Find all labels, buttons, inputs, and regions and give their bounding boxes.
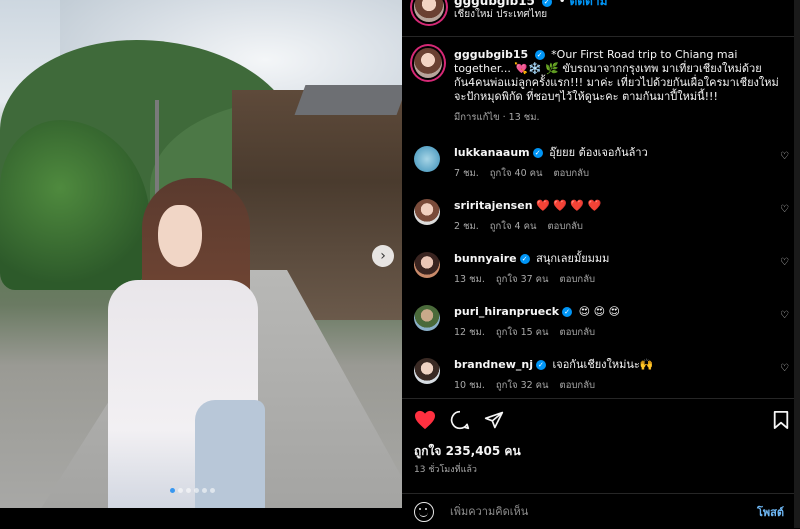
like-count[interactable]: ถูกใจ 235,405 คน (414, 442, 521, 461)
verified-badge-icon: ✓ (532, 148, 543, 158)
photo-person-face (158, 205, 202, 267)
photo-roof (294, 85, 402, 115)
post-actions (414, 408, 790, 432)
carousel-dot (210, 488, 215, 493)
comment-username[interactable]: brandnew_nj (454, 358, 533, 371)
reply-button[interactable]: ตอบกลับ (560, 326, 596, 340)
comment-input[interactable] (448, 504, 757, 519)
avatar[interactable] (414, 358, 440, 384)
reply-button[interactable]: ตอบกลับ (560, 273, 596, 287)
caption-meta: มีการแก้ไข · 13 ชม. (454, 112, 540, 123)
comment-list: lukkanaaum ✓ อุ๊ยยย ต้องเจอกันล้าว 7 ชม. … (414, 146, 790, 396)
comment-likes[interactable]: ถูกใจ 32 คน (496, 379, 549, 393)
verified-badge-icon: ✓ (534, 50, 545, 60)
paper-plane-icon[interactable] (484, 410, 504, 430)
post-detail-panel: gggubgib15 ✓ • ติดตาม เชียงใหม่ ประเทศไท… (402, 0, 800, 528)
verified-badge-icon: ✓ (519, 254, 530, 264)
caption-text: gggubgib15 ✓ *Our First Road trip to Chi… (454, 48, 784, 104)
post-caption: gggubgib15 ✓ *Our First Road trip to Chi… (414, 48, 784, 125)
post-location[interactable]: เชียงใหม่ ประเทศไทย (454, 8, 608, 22)
post-photo[interactable]: › (0, 0, 402, 508)
verified-badge-icon: ✓ (535, 360, 546, 370)
comment-time: 2 ชม. (454, 221, 479, 232)
comment-time: 10 ชม. (454, 380, 485, 391)
carousel-dot (202, 488, 207, 493)
post-header: gggubgib15 ✓ • ติดตาม เชียงใหม่ ประเทศไท… (414, 0, 608, 36)
caption-username[interactable]: gggubgib15 (454, 48, 528, 61)
avatar[interactable] (414, 305, 440, 331)
header-separator: • (558, 0, 566, 8)
comment-username[interactable]: puri_hiranprueck (454, 305, 559, 318)
heart-outline-icon[interactable]: ♡ (780, 257, 790, 268)
header-divider (402, 36, 800, 37)
avatar[interactable] (414, 146, 440, 172)
comment-likes[interactable]: ถูกใจ 37 คน (496, 273, 549, 287)
heart-outline-icon[interactable]: ♡ (780, 310, 790, 321)
comment-item: brandnew_nj ✓ เจอกันเชียงใหม่นะ🙌 10 ชม. ถ… (414, 358, 790, 396)
follow-button[interactable]: ติดตาม (569, 0, 607, 8)
comment-text: เจอกันเชียงใหม่นะ🙌 (552, 358, 654, 371)
comment-item: sriritajensen ❤️ ❤️ ❤️ ❤️ 2 ชม. ถูกใจ 4 … (414, 199, 790, 252)
reply-button[interactable]: ตอบกลับ (560, 379, 596, 393)
comment-username[interactable]: lukkanaaum (454, 146, 530, 159)
bookmark-icon[interactable] (772, 410, 790, 430)
comment-likes[interactable]: ถูกใจ 15 คน (496, 326, 549, 340)
comment-username[interactable]: sriritajensen (454, 199, 533, 212)
avatar[interactable] (414, 199, 440, 225)
heart-filled-icon[interactable] (414, 410, 436, 430)
comment-text: 😍 😍 😍 (578, 305, 621, 318)
add-comment-bar: โพสต์ (402, 493, 800, 529)
carousel-dot (178, 488, 183, 493)
smiley-icon[interactable] (414, 501, 434, 522)
comment-username[interactable]: bunnyaire (454, 252, 517, 265)
comment-item: lukkanaaum ✓ อุ๊ยยย ต้องเจอกันล้าว 7 ชม. … (414, 146, 790, 199)
comment-item: bunnyaire ✓ สนุกเลยมั้ยมมม 13 ชม. ถูกใจ 3… (414, 252, 790, 305)
comment-text: สนุกเลยมั้ยมมม (536, 252, 610, 265)
chevron-right-icon[interactable]: › (372, 245, 394, 267)
post-timestamp: 13 ชั่วโมงที่แล้ว (414, 465, 477, 475)
verified-badge-icon: ✓ (541, 0, 552, 7)
comment-text: ❤️ ❤️ ❤️ ❤️ (536, 199, 602, 212)
photo-bottom-strip (0, 508, 402, 528)
avatar[interactable] (414, 0, 444, 22)
reply-button[interactable]: ตอบกลับ (547, 220, 583, 234)
post-header-text: gggubgib15 ✓ • ติดตาม เชียงใหม่ ประเทศไท… (454, 0, 608, 22)
carousel-dot (194, 488, 199, 493)
verified-badge-icon: ✓ (562, 307, 573, 317)
comment-time: 12 ชม. (454, 327, 485, 338)
reply-button[interactable]: ตอบกลับ (553, 167, 589, 181)
post-author-username[interactable]: gggubgib15 (454, 0, 535, 8)
comment-text: อุ๊ยยย ต้องเจอกันล้าว (549, 146, 648, 159)
heart-outline-icon[interactable]: ♡ (780, 363, 790, 374)
carousel-dot (186, 488, 191, 493)
carousel-dot (170, 488, 175, 493)
carousel-indicator (170, 488, 215, 493)
comment-bubble-icon[interactable] (450, 410, 470, 430)
comment-item: puri_hiranprueck ✓ 😍 😍 😍 12 ชม. ถูกใจ 15 … (414, 305, 790, 358)
heart-outline-icon[interactable]: ♡ (780, 151, 790, 162)
avatar[interactable] (414, 48, 442, 78)
heart-outline-icon[interactable]: ♡ (780, 204, 790, 215)
avatar[interactable] (414, 252, 440, 278)
comment-likes[interactable]: ถูกใจ 40 คน (490, 167, 543, 181)
scrollbar[interactable] (794, 0, 800, 528)
comment-likes[interactable]: ถูกใจ 4 คน (490, 220, 537, 234)
comment-time: 13 ชม. (454, 274, 485, 285)
comment-time: 7 ชม. (454, 168, 479, 179)
post-comment-button[interactable]: โพสต์ (757, 503, 784, 521)
actions-divider (402, 398, 800, 399)
